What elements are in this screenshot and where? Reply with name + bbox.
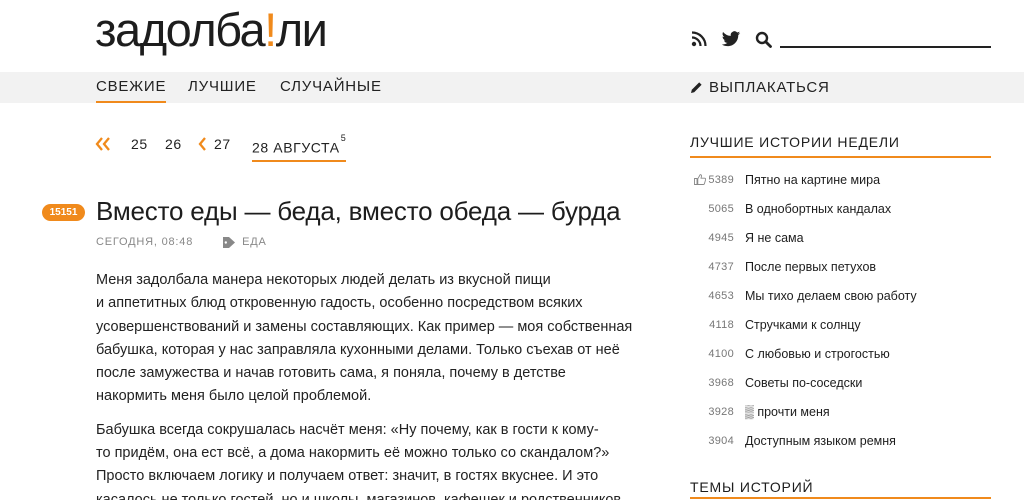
- search-input[interactable]: [780, 28, 991, 48]
- list-item: 4737 После первых петухов: [690, 252, 991, 281]
- twitter-icon[interactable]: [721, 29, 741, 49]
- story-title[interactable]: Вместо еды — беда, вместо обеда — бурда: [96, 196, 621, 227]
- best-count-value: 5389: [708, 173, 734, 186]
- list-item: 3968 Советы по-соседски: [690, 368, 991, 397]
- logo-text-end: ли: [275, 3, 328, 56]
- nav-random[interactable]: СЛУЧАЙНЫЕ: [280, 72, 382, 103]
- chevron-left-icon[interactable]: [198, 136, 207, 156]
- best-title[interactable]: Пятно на картине мира: [745, 173, 880, 187]
- list-item: 5065 В однобортных кандалах: [690, 194, 991, 223]
- best-count: 4100: [708, 347, 734, 360]
- double-chevron-left-icon[interactable]: [95, 136, 111, 156]
- best-count: 3968: [708, 376, 734, 389]
- best-count: 5065: [708, 202, 734, 215]
- complain-link[interactable]: ВЫПЛАКАТЬСЯ: [690, 72, 830, 103]
- logo-exclamation: !: [264, 3, 277, 56]
- list-item: 3904 Доступным языком ремня: [690, 426, 991, 455]
- main-nav: СВЕЖИЕ ЛУЧШИЕ СЛУЧАЙНЫЕ ВЫПЛАКАТЬСЯ: [0, 72, 1024, 103]
- complain-label: ВЫПЛАКАТЬСЯ: [709, 79, 830, 96]
- best-count: 5389: [690, 174, 734, 186]
- story-meta: СЕГОДНЯ, 08:48 ЕДА: [96, 236, 267, 248]
- list-item: 5389 Пятно на картине мира: [690, 165, 991, 194]
- rss-icon[interactable]: [689, 29, 709, 49]
- list-item: 4945 Я не сама: [690, 223, 991, 252]
- pager-day-25[interactable]: 25: [131, 134, 148, 154]
- list-item: 4653 Мы тихо делаем свою работу: [690, 281, 991, 310]
- nav-fresh[interactable]: СВЕЖИЕ: [96, 72, 167, 103]
- tag-icon: [223, 236, 236, 248]
- thumbs-up-icon: [694, 174, 707, 185]
- best-count: 3904: [708, 434, 734, 447]
- best-week-heading: ЛУЧШИЕ ИСТОРИИ НЕДЕЛИ: [690, 134, 991, 158]
- pager-day-26[interactable]: 26: [165, 134, 182, 154]
- site-header: задолба!ли: [0, 0, 1024, 72]
- pager-current: 28 АВГУСТА5: [252, 133, 347, 162]
- best-title[interactable]: После первых петухов: [745, 260, 876, 274]
- pencil-icon: [690, 81, 704, 95]
- logo-text-start: задолба: [95, 3, 266, 56]
- best-week-list: 5389 Пятно на картине мира 5065 В однобо…: [690, 165, 991, 455]
- best-title[interactable]: С любовью и строгостью: [745, 347, 890, 361]
- header-icons: [689, 28, 773, 50]
- pager-current-count: 5: [340, 133, 347, 143]
- best-title[interactable]: Доступным языком ремня: [745, 434, 896, 448]
- best-title[interactable]: Стручками к солнцу: [745, 318, 861, 332]
- pager-day-27[interactable]: 27: [214, 134, 231, 154]
- sidebar: ЛУЧШИЕ ИСТОРИИ НЕДЕЛИ 5389 Пятно на карт…: [690, 134, 991, 455]
- story-paragraph: Меня задолбала манера некоторых людей де…: [96, 272, 633, 405]
- best-count: 4737: [708, 260, 734, 273]
- story-tag[interactable]: ЕДА: [242, 236, 267, 248]
- nav-best[interactable]: ЛУЧШИЕ: [188, 72, 257, 103]
- story-paragraph: Бабушка всегда сокрушалась насчёт меня: …: [96, 421, 626, 500]
- site-logo[interactable]: задолба!ли: [95, 2, 328, 58]
- best-title[interactable]: Советы по-соседски: [745, 376, 862, 390]
- story-date: СЕГОДНЯ, 08:48: [96, 236, 194, 248]
- best-title[interactable]: Мы тихо делаем свою работу: [745, 289, 917, 303]
- list-item: 4100 С любовью и строгостью: [690, 339, 991, 368]
- topics-heading: ТЕМЫ ИСТОРИЙ: [690, 479, 991, 499]
- rating-badge[interactable]: 15151: [42, 204, 85, 221]
- best-count: 4118: [709, 318, 734, 331]
- best-count: 4945: [708, 231, 734, 244]
- best-count: 4653: [708, 289, 734, 302]
- best-title[interactable]: Я не сама: [745, 231, 804, 245]
- best-title[interactable]: ▒ прочти меня: [745, 405, 830, 419]
- best-title[interactable]: В однобортных кандалах: [745, 202, 891, 216]
- story-body: Меня задолбала манера некоторых людей де…: [96, 269, 676, 500]
- list-item: 4118 Стручками к солнцу: [690, 310, 991, 339]
- search-icon[interactable]: [753, 29, 773, 49]
- pager-current-label: 28 АВГУСТА: [252, 139, 340, 156]
- list-item: 3928 ▒ прочти меня: [690, 397, 991, 426]
- best-count: 3928: [708, 405, 734, 418]
